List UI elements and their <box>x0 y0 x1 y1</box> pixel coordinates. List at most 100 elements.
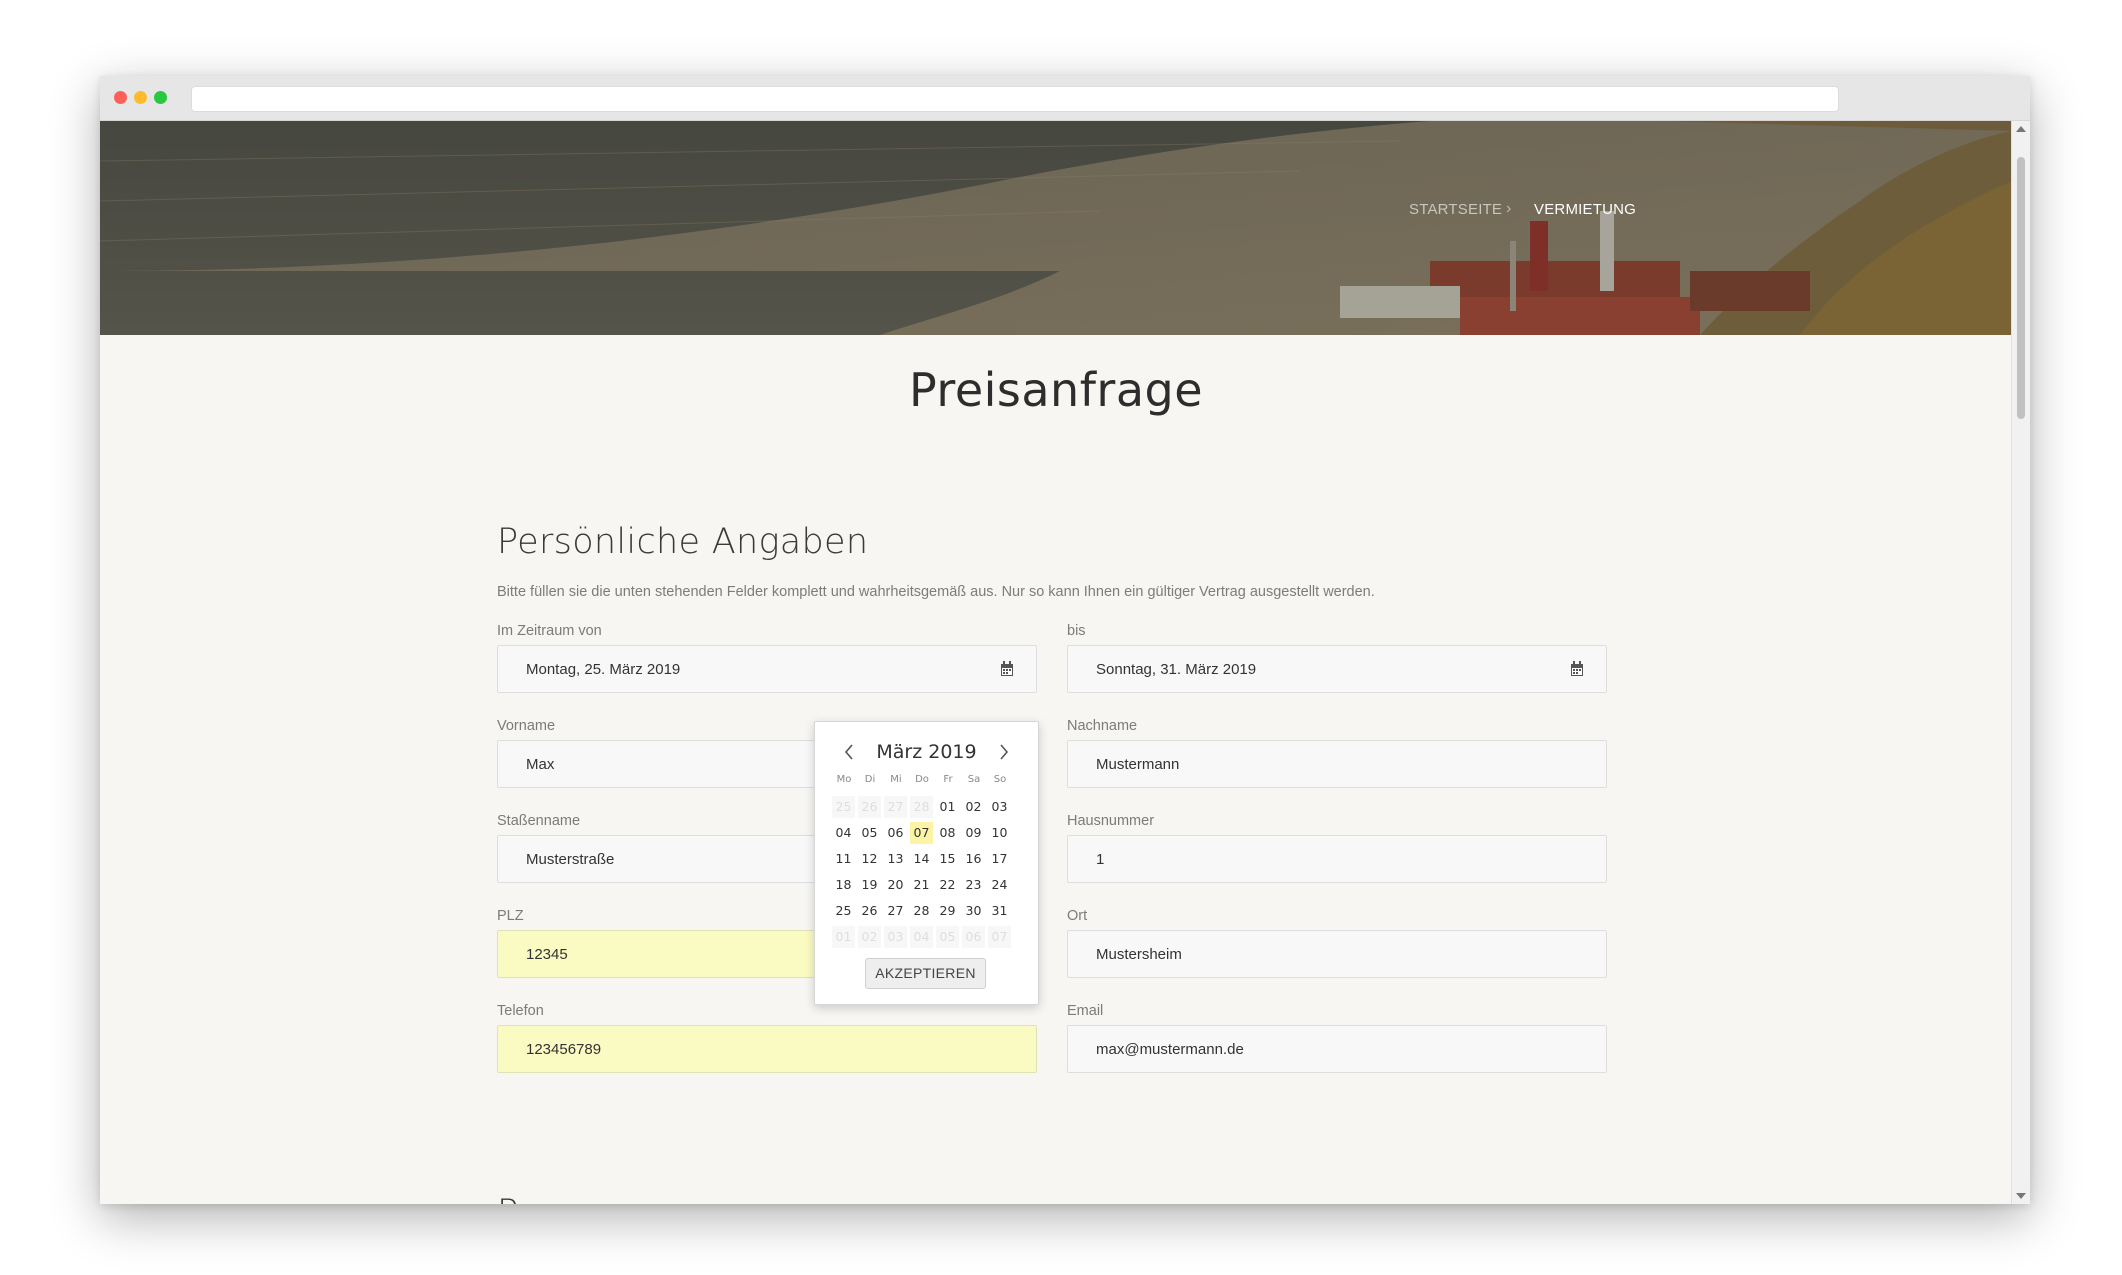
lastname-value: Mustermann <box>1096 756 1180 773</box>
housenumber-input[interactable]: 1 <box>1067 835 1607 883</box>
datepicker-day[interactable]: 07 <box>910 822 933 844</box>
accept-button[interactable]: AKZEPTIEREN <box>865 958 986 989</box>
datepicker-day[interactable]: 24 <box>988 874 1011 896</box>
datepicker-weekday: Sa <box>967 774 981 785</box>
datepicker-day[interactable]: 26 <box>858 900 881 922</box>
date-from-label: Im Zeitraum von <box>497 623 602 639</box>
datepicker-day[interactable]: 05 <box>858 822 881 844</box>
datepicker-weekdays: Mo Di Mi Do Fr Sa So <box>831 774 1027 788</box>
hero-beach-image: STARTSEITE › VERMIETUNG <box>100 121 2012 335</box>
date-to-value: Sonntag, 31. März 2019 <box>1096 661 1257 678</box>
datepicker-day[interactable]: 01 <box>936 796 959 818</box>
datepicker-weekday: Di <box>864 774 876 785</box>
scroll-down-arrow-icon[interactable] <box>2016 1193 2026 1199</box>
calendar-icon[interactable] <box>1570 661 1584 677</box>
email-value: max@mustermann.de <box>1096 1041 1244 1058</box>
datepicker-day[interactable]: 30 <box>962 900 985 922</box>
close-window-button[interactable] <box>114 91 127 104</box>
zip-label: PLZ <box>497 908 524 924</box>
datepicker-day: 05 <box>936 926 959 948</box>
section-title-personal: Persönliche Angaben <box>497 522 869 562</box>
datepicker-day[interactable]: 18 <box>832 874 855 896</box>
housenumber-value: 1 <box>1096 851 1105 868</box>
browser-window: STARTSEITE › VERMIETUNG Preisanfrage Per… <box>100 76 2030 1204</box>
datepicker-day[interactable]: 20 <box>884 874 907 896</box>
beach-photo-illustration <box>100 121 2012 335</box>
page-title: Preisanfrage <box>908 363 1204 417</box>
datepicker-day[interactable]: 13 <box>884 848 907 870</box>
page-viewport: STARTSEITE › VERMIETUNG Preisanfrage Per… <box>100 121 2012 1204</box>
minimize-window-button[interactable] <box>134 91 147 104</box>
phone-label: Telefon <box>497 1003 544 1019</box>
browser-toolbar <box>100 76 2030 121</box>
datepicker-day[interactable]: 04 <box>832 822 855 844</box>
date-to-field[interactable]: Sonntag, 31. März 2019 <box>1067 645 1607 693</box>
lastname-input[interactable]: Mustermann <box>1067 740 1607 788</box>
section-description: Bitte füllen sie die unten stehenden Fel… <box>497 584 1375 600</box>
datepicker-day: 28 <box>910 796 933 818</box>
calendar-icon[interactable] <box>1000 661 1014 677</box>
street-label: Staßenname <box>497 813 581 829</box>
datepicker-day: 07 <box>988 926 1011 948</box>
city-label: Ort <box>1067 908 1088 924</box>
phone-value: 123456789 <box>526 1041 602 1058</box>
breadcrumb-separator: › <box>1506 200 1512 217</box>
datepicker-weekday: Do <box>915 774 929 785</box>
datepicker-weekday: So <box>993 774 1007 785</box>
street-value: Musterstraße <box>526 851 615 868</box>
zip-value: 12345 <box>526 946 568 963</box>
maximize-window-button[interactable] <box>154 91 167 104</box>
datepicker-day[interactable]: 17 <box>988 848 1011 870</box>
datepicker-day[interactable]: 21 <box>910 874 933 896</box>
datepicker-weekday: Fr <box>943 774 953 785</box>
datepicker-day[interactable]: 08 <box>936 822 959 844</box>
datepicker-day[interactable]: 15 <box>936 848 959 870</box>
chevron-right-icon[interactable] <box>998 744 1010 760</box>
breadcrumb-current: VERMIETUNG <box>1534 201 1637 218</box>
datepicker-day: 01 <box>832 926 855 948</box>
datepicker-weekday: Mo <box>836 774 852 785</box>
datepicker-weekday: Mi <box>890 774 902 785</box>
datepicker-day[interactable]: 19 <box>858 874 881 896</box>
phone-input[interactable]: 123456789 <box>497 1025 1037 1073</box>
city-value: Mustersheim <box>1096 946 1182 963</box>
datepicker-day[interactable]: 28 <box>910 900 933 922</box>
datepicker-day[interactable]: 10 <box>988 822 1011 844</box>
scroll-up-arrow-icon[interactable] <box>2016 126 2026 132</box>
firstname-value: Max <box>526 756 555 773</box>
datepicker-day[interactable]: 09 <box>962 822 985 844</box>
lastname-label: Nachname <box>1067 718 1138 734</box>
datepicker-day[interactable]: 11 <box>832 848 855 870</box>
datepicker-day[interactable]: 14 <box>910 848 933 870</box>
email-input[interactable]: max@mustermann.de <box>1067 1025 1607 1073</box>
datepicker-day[interactable]: 29 <box>936 900 959 922</box>
firstname-label: Vorname <box>497 718 556 734</box>
date-from-field[interactable]: Montag, 25. März 2019 <box>497 645 1037 693</box>
datepicker-day: 06 <box>962 926 985 948</box>
datepicker-day[interactable]: 25 <box>832 900 855 922</box>
datepicker-popup: März 2019 Mo Di Mi Do Fr Sa So 25 26 27 28 01 02 03 0… <box>814 721 1039 1005</box>
datepicker-day[interactable]: 23 <box>962 874 985 896</box>
city-input[interactable]: Mustersheim <box>1067 930 1607 978</box>
datepicker-day: 02 <box>858 926 881 948</box>
datepicker-day[interactable]: 03 <box>988 796 1011 818</box>
datepicker-day[interactable]: 16 <box>962 848 985 870</box>
housenumber-label: Hausnummer <box>1067 813 1155 829</box>
datepicker-day[interactable]: 12 <box>858 848 881 870</box>
address-bar[interactable] <box>191 86 1839 112</box>
datepicker-day: 25 <box>832 796 855 818</box>
datepicker-day[interactable]: 22 <box>936 874 959 896</box>
datepicker-day[interactable]: 31 <box>988 900 1011 922</box>
page-scrollbar[interactable] <box>2011 121 2030 1204</box>
datepicker-day: 27 <box>884 796 907 818</box>
breadcrumb-home-link[interactable]: STARTSEITE <box>1409 201 1502 218</box>
section-title-persons: Personen <box>497 1193 658 1204</box>
date-to-label: bis <box>1067 623 1086 639</box>
datepicker-day[interactable]: 06 <box>884 822 907 844</box>
breadcrumb: STARTSEITE › VERMIETUNG <box>100 200 2012 225</box>
datepicker-day: 04 <box>910 926 933 948</box>
datepicker-day: 03 <box>884 926 907 948</box>
scrollbar-thumb[interactable] <box>2017 157 2025 419</box>
datepicker-day[interactable]: 02 <box>962 796 985 818</box>
datepicker-day[interactable]: 27 <box>884 900 907 922</box>
